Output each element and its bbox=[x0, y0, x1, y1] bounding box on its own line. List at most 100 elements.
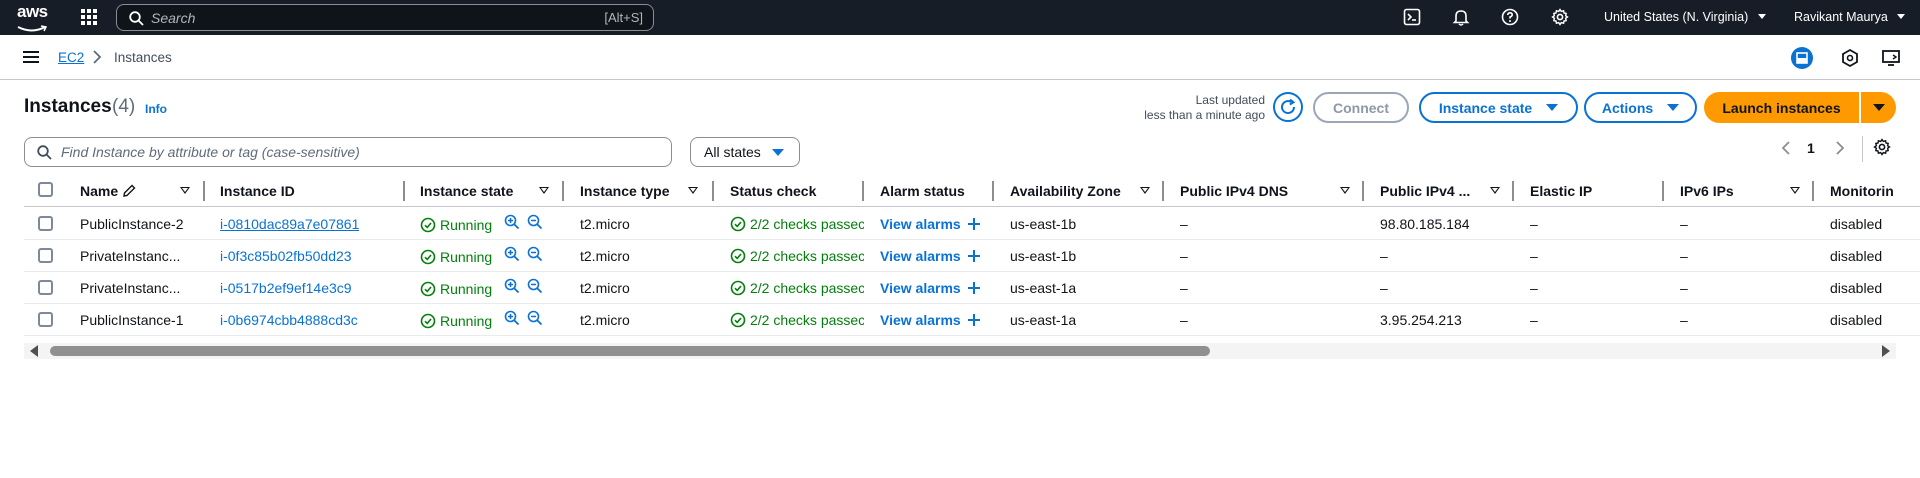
zoom-in-icon[interactable] bbox=[504, 278, 520, 294]
next-page-icon[interactable] bbox=[1832, 138, 1848, 158]
instance-filter[interactable] bbox=[24, 137, 672, 167]
global-search[interactable]: [Alt+S] bbox=[116, 4, 654, 31]
instance-id-link[interactable]: i-0b6974cbb4888cd3c bbox=[220, 312, 358, 328]
view-alarms-link[interactable]: View alarms bbox=[880, 216, 961, 232]
instance-id-link[interactable]: i-0517b2ef9ef14e3c9 bbox=[220, 280, 352, 296]
refresh-icon bbox=[1281, 98, 1296, 115]
table-row[interactable]: PublicInstance-1 i-0b6974cbb4888cd3c Run… bbox=[24, 304, 1920, 336]
breadcrumb-bar: EC2 Instances bbox=[0, 35, 1920, 80]
view-alarms-link[interactable]: View alarms bbox=[880, 248, 961, 264]
column-divider[interactable] bbox=[862, 181, 864, 201]
device-monitor-icon[interactable] bbox=[1880, 47, 1902, 69]
view-alarms-link[interactable]: View alarms bbox=[880, 280, 961, 296]
menu-hamburger-icon[interactable] bbox=[23, 50, 39, 64]
column-header-availability-zone[interactable]: Availability Zone bbox=[1010, 183, 1121, 199]
column-divider[interactable] bbox=[1512, 181, 1514, 201]
zoom-in-icon[interactable] bbox=[504, 310, 520, 326]
info-panel-toggle[interactable] bbox=[1791, 47, 1813, 69]
notifications-bell-icon[interactable] bbox=[1452, 8, 1470, 26]
sort-icon[interactable] bbox=[688, 187, 698, 194]
row-checkbox[interactable] bbox=[38, 312, 53, 327]
public-ipv4-value: – bbox=[1380, 280, 1388, 296]
page-number[interactable]: 1 bbox=[1807, 140, 1815, 156]
services-grid-icon[interactable] bbox=[80, 8, 98, 26]
column-header-instance-id[interactable]: Instance ID bbox=[220, 183, 295, 199]
table-preferences-icon[interactable] bbox=[1873, 138, 1891, 156]
plus-icon[interactable] bbox=[966, 248, 982, 264]
global-search-input[interactable] bbox=[151, 8, 551, 27]
plus-icon[interactable] bbox=[966, 216, 982, 232]
column-divider[interactable] bbox=[1812, 181, 1814, 201]
column-header-public-ipv4[interactable]: Public IPv4 ... bbox=[1380, 183, 1470, 199]
sort-icon[interactable] bbox=[180, 187, 190, 194]
plus-icon[interactable] bbox=[966, 312, 982, 328]
info-link[interactable]: Info bbox=[145, 102, 167, 116]
row-checkbox[interactable] bbox=[38, 280, 53, 295]
instance-id-link[interactable]: i-0810dac89a7e07861 bbox=[220, 216, 359, 232]
column-divider[interactable] bbox=[1362, 181, 1364, 201]
column-divider[interactable] bbox=[203, 181, 205, 201]
row-checkbox[interactable] bbox=[38, 248, 53, 263]
region-selector[interactable]: United States (N. Virginia) bbox=[1604, 10, 1766, 24]
sort-icon[interactable] bbox=[1790, 187, 1800, 194]
zoom-out-icon[interactable] bbox=[527, 214, 543, 230]
zoom-out-icon[interactable] bbox=[527, 246, 543, 262]
edit-pencil-icon[interactable] bbox=[122, 184, 136, 198]
connect-button[interactable]: Connect bbox=[1313, 92, 1409, 123]
scroll-left-arrow-icon[interactable] bbox=[30, 345, 38, 357]
table-row[interactable]: PublicInstance-2 i-0810dac89a7e07861 Run… bbox=[24, 208, 1920, 240]
view-alarms-link[interactable]: View alarms bbox=[880, 312, 961, 328]
column-header-alarm-status[interactable]: Alarm status bbox=[880, 183, 965, 199]
column-divider[interactable] bbox=[712, 181, 714, 201]
column-header-instance-state[interactable]: Instance state bbox=[420, 183, 513, 199]
split-panel-icon bbox=[1796, 52, 1808, 64]
column-divider[interactable] bbox=[1662, 181, 1664, 201]
help-icon[interactable] bbox=[1501, 8, 1519, 26]
column-divider[interactable] bbox=[1162, 181, 1164, 201]
column-header-name[interactable]: Name bbox=[80, 183, 118, 199]
instance-filter-input[interactable] bbox=[61, 143, 651, 161]
horizontal-scrollbar[interactable] bbox=[24, 343, 1896, 359]
column-header-monitoring[interactable]: Monitorin bbox=[1830, 183, 1894, 199]
zoom-in-icon[interactable] bbox=[504, 214, 520, 230]
hexagon-icon[interactable] bbox=[1839, 47, 1861, 69]
sort-icon[interactable] bbox=[1140, 187, 1150, 194]
instance-id-link[interactable]: i-0f3c85b02fb50dd23 bbox=[220, 248, 352, 264]
check-circle-icon bbox=[420, 249, 436, 265]
column-divider[interactable] bbox=[403, 181, 405, 201]
column-divider[interactable] bbox=[992, 181, 994, 201]
aws-logo[interactable]: aws bbox=[17, 3, 51, 32]
sort-icon[interactable] bbox=[539, 187, 549, 194]
column-divider[interactable] bbox=[562, 181, 564, 201]
sort-icon[interactable] bbox=[1340, 187, 1350, 194]
scrollbar-thumb[interactable] bbox=[50, 346, 1210, 356]
column-header-public-ipv4-dns[interactable]: Public IPv4 DNS bbox=[1180, 183, 1288, 199]
instance-state-button[interactable]: Instance state bbox=[1419, 92, 1578, 123]
column-header-elastic-ip[interactable]: Elastic IP bbox=[1530, 183, 1592, 199]
account-menu[interactable]: Ravikant Maurya bbox=[1794, 10, 1906, 24]
breadcrumb-ec2[interactable]: EC2 bbox=[58, 50, 84, 65]
table-row[interactable]: PrivateInstanc... i-0517b2ef9ef14e3c9 Ru… bbox=[24, 272, 1920, 304]
zoom-in-icon[interactable] bbox=[504, 246, 520, 262]
table-row[interactable]: PrivateInstanc... i-0f3c85b02fb50dd23 Ru… bbox=[24, 240, 1920, 272]
zoom-out-icon[interactable] bbox=[527, 278, 543, 294]
column-header-status-check[interactable]: Status check bbox=[730, 183, 816, 199]
actions-button[interactable]: Actions bbox=[1584, 92, 1697, 123]
aws-smile-icon bbox=[17, 25, 48, 32]
select-all-checkbox[interactable] bbox=[38, 182, 53, 197]
sort-icon[interactable] bbox=[1490, 187, 1500, 194]
column-header-ipv6-ips[interactable]: IPv6 IPs bbox=[1680, 183, 1734, 199]
scroll-right-arrow-icon[interactable] bbox=[1882, 345, 1890, 357]
zoom-out-icon[interactable] bbox=[527, 310, 543, 326]
cloudshell-icon[interactable] bbox=[1403, 8, 1421, 26]
launch-instances-dropdown[interactable] bbox=[1861, 92, 1896, 123]
settings-gear-icon[interactable] bbox=[1551, 8, 1569, 26]
previous-page-icon[interactable] bbox=[1778, 138, 1794, 158]
plus-icon[interactable] bbox=[966, 280, 982, 296]
column-header-instance-type[interactable]: Instance type bbox=[580, 183, 669, 199]
row-checkbox[interactable] bbox=[38, 216, 53, 231]
states-select[interactable]: All states bbox=[690, 137, 800, 167]
refresh-button[interactable] bbox=[1273, 92, 1303, 122]
elastic-ip-value: – bbox=[1530, 216, 1538, 232]
launch-instances-button[interactable]: Launch instances bbox=[1704, 92, 1859, 123]
